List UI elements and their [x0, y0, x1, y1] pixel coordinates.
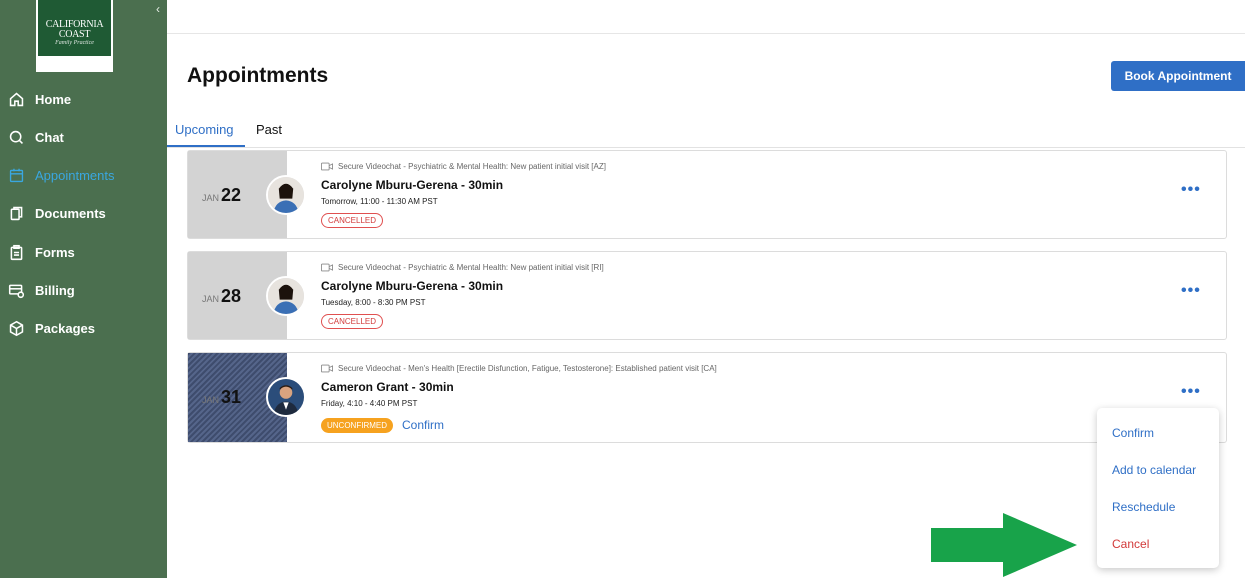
visit-type-text: Secure Videochat - Psychiatric & Mental …: [338, 162, 606, 171]
sidebar-item-appointments[interactable]: Appointments: [7, 164, 115, 186]
arrow-right-icon: [931, 513, 1077, 577]
billing-icon: [7, 281, 25, 299]
date-month: JAN: [202, 294, 220, 304]
page-title: Appointments: [187, 64, 329, 87]
menu-item-add-to-calendar[interactable]: Add to calendar: [1112, 463, 1196, 477]
chevron-left-icon[interactable]: ‹: [156, 3, 160, 15]
calendar-icon: [7, 166, 25, 184]
visit-type-text: Secure Videochat - Psychiatric & Mental …: [338, 263, 604, 272]
visit-type-text: Secure Videochat - Men's Health [Erectil…: [338, 364, 717, 373]
appointment-time: Tomorrow, 11:00 - 11:30 AM PST: [321, 197, 438, 206]
video-camera-icon: [321, 263, 333, 272]
practice-logo[interactable]: CALIFORNIA COAST Family Practice: [36, 0, 113, 72]
visit-type: Secure Videochat - Psychiatric & Mental …: [321, 263, 604, 272]
video-camera-icon: [321, 162, 333, 171]
sidebar-item-label: Forms: [35, 244, 75, 260]
appointment-time: Friday, 4:10 - 4:40 PM PST: [321, 399, 418, 408]
appointment-date: JAN 22: [202, 185, 241, 206]
sidebar-item-label: Billing: [35, 282, 75, 298]
provider-name: Cameron Grant - 30min: [321, 380, 454, 394]
more-options-icon[interactable]: •••: [1181, 384, 1201, 400]
confirm-link[interactable]: Confirm: [402, 418, 444, 432]
logo-title: CALIFORNIA COAST: [45, 19, 104, 40]
logo-subtitle: Family Practice: [55, 40, 94, 46]
menu-item-confirm[interactable]: Confirm: [1112, 426, 1154, 440]
header-divider: [167, 33, 1245, 34]
tab-past[interactable]: Past: [256, 122, 282, 137]
home-icon: [7, 90, 25, 108]
video-camera-icon: [321, 364, 333, 373]
sidebar-item-label: Chat: [35, 129, 64, 145]
provider-name: Carolyne Mburu-Gerena - 30min: [321, 279, 504, 293]
sidebar-item-label: Documents: [35, 205, 106, 221]
date-day: 28: [221, 286, 242, 306]
menu-item-cancel[interactable]: Cancel: [1112, 537, 1149, 551]
book-appointment-button[interactable]: Book Appointment: [1111, 61, 1245, 91]
provider-name: Carolyne Mburu-Gerena - 30min: [321, 178, 504, 192]
sidebar-item-home[interactable]: Home: [7, 88, 71, 110]
sidebar-item-forms[interactable]: Forms: [7, 241, 75, 263]
provider-avatar: [266, 276, 306, 316]
visit-type: Secure Videochat - Psychiatric & Mental …: [321, 162, 606, 171]
tabs-divider: [167, 147, 1245, 148]
sidebar-item-label: Appointments: [35, 167, 115, 183]
chat-icon: [7, 128, 25, 146]
sidebar-item-label: Home: [35, 91, 72, 107]
appointment-card[interactable]: JAN 28 Secure Videochat - Psychiatric & …: [187, 251, 1227, 340]
date-month: JAN: [202, 395, 220, 405]
appointment-time: Tuesday, 8:00 - 8:30 PM PST: [321, 298, 426, 307]
visit-type: Secure Videochat - Men's Health [Erectil…: [321, 364, 717, 373]
date-month: JAN: [202, 193, 220, 203]
tab-upcoming[interactable]: Upcoming: [175, 122, 234, 137]
date-day: 31: [221, 387, 242, 407]
sidebar-item-packages[interactable]: Packages: [7, 317, 95, 339]
more-options-icon[interactable]: •••: [1181, 182, 1201, 198]
package-icon: [7, 319, 25, 337]
provider-avatar: [266, 175, 306, 215]
more-options-icon[interactable]: •••: [1181, 283, 1201, 299]
appointment-card[interactable]: JAN 31 Secure Videochat - Men's Health […: [187, 352, 1227, 443]
provider-avatar: [266, 377, 306, 417]
appointment-actions-menu: Confirm Add to calendar Reschedule Cance…: [1097, 408, 1219, 568]
sidebar-item-billing[interactable]: Billing: [7, 279, 75, 301]
sidebar-item-label: Packages: [35, 320, 95, 336]
clipboard-icon: [7, 243, 25, 261]
appointment-date: JAN 31: [202, 387, 241, 408]
appointment-card[interactable]: JAN 22 Secure Videochat - Psychiatric & …: [187, 150, 1227, 239]
sidebar-item-documents[interactable]: Documents: [7, 202, 106, 224]
status-badge: CANCELLED: [321, 314, 384, 329]
menu-item-reschedule[interactable]: Reschedule: [1112, 500, 1175, 514]
status-badge: UNCONFIRMED: [321, 418, 393, 433]
appointment-date: JAN 28: [202, 286, 241, 307]
sidebar: CALIFORNIA COAST Family Practice ‹ Home …: [0, 0, 167, 578]
document-icon: [7, 204, 25, 222]
sidebar-item-chat[interactable]: Chat: [7, 126, 64, 148]
logo-mark: CALIFORNIA COAST Family Practice: [38, 0, 111, 56]
date-day: 22: [221, 185, 242, 205]
status-badge: CANCELLED: [321, 213, 384, 228]
